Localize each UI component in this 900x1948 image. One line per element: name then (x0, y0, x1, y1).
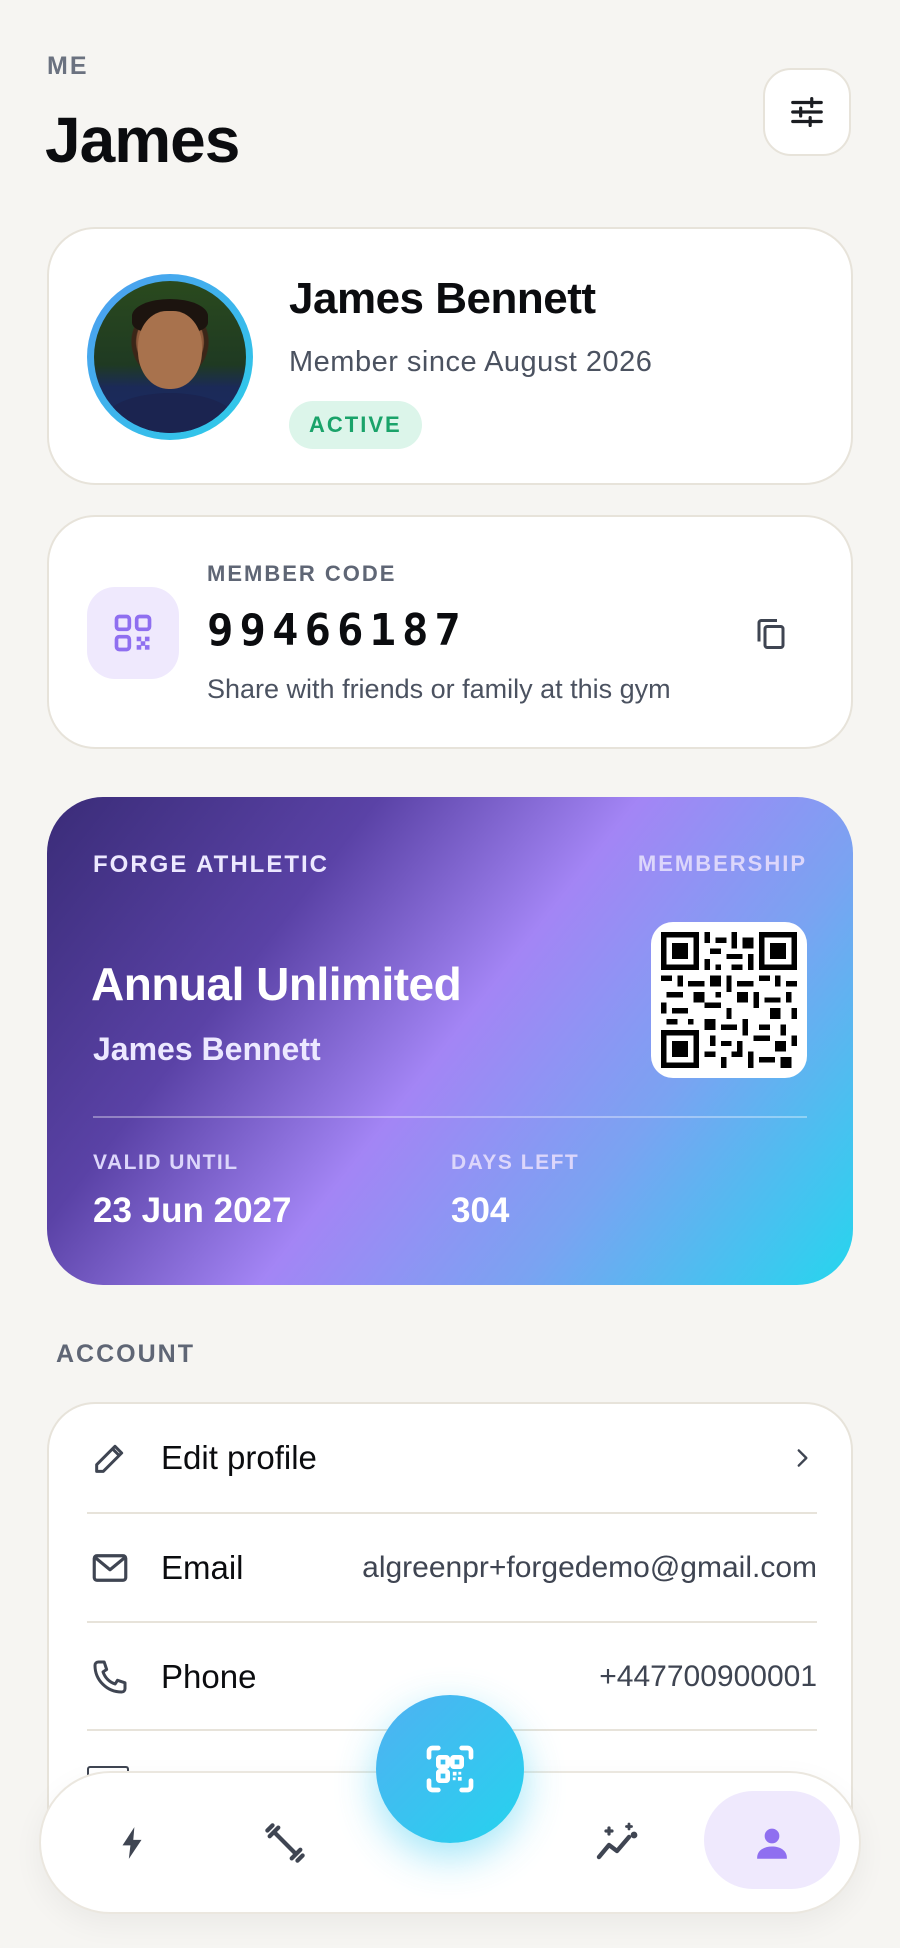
membership-type-label: MEMBERSHIP (637, 851, 807, 876)
account-section-label: ACCOUNT (56, 1340, 195, 1368)
chevron-right-icon (787, 1443, 817, 1473)
edit-profile-row[interactable]: Edit profile (87, 1404, 817, 1512)
scan-button[interactable] (376, 1695, 524, 1843)
nav-workouts[interactable] (235, 1797, 335, 1889)
trend-icon (596, 1822, 638, 1860)
plan-name: Annual Unlimited (91, 958, 462, 1010)
member-code-value: 99466187 (207, 605, 467, 656)
scan-icon (426, 1745, 474, 1793)
qr-code-image (661, 932, 797, 1068)
person-icon (757, 1828, 787, 1859)
copy-icon (757, 619, 785, 649)
phone-label: Phone (161, 1658, 257, 1695)
pencil-icon (87, 1435, 133, 1481)
page-title: James (45, 104, 240, 176)
profile-card: James Bennett Member since August 2026 A… (47, 227, 853, 485)
page-overline: ME (47, 52, 89, 80)
days-left-value: 304 (451, 1191, 510, 1230)
card-divider (93, 1116, 807, 1118)
settings-button[interactable] (763, 68, 851, 156)
nav-progress[interactable] (567, 1797, 667, 1889)
copy-button[interactable] (749, 612, 793, 656)
edit-profile-label: Edit profile (161, 1439, 317, 1476)
mail-icon (87, 1545, 133, 1591)
bolt-icon (122, 1827, 142, 1859)
valid-until-value: 23 Jun 2027 (93, 1191, 292, 1230)
valid-until-label: VALID UNTIL (93, 1151, 239, 1174)
member-code-card: MEMBER CODE 99466187 Share with friends … (47, 515, 853, 749)
email-row[interactable]: Email algreenpr+forgedemo@gmail.com (87, 1514, 817, 1622)
membership-qr-code[interactable] (651, 922, 807, 1078)
email-value: algreenpr+forgedemo@gmail.com (362, 1551, 817, 1584)
profile-name: James Bennett (289, 274, 596, 323)
avatar[interactable] (87, 274, 253, 440)
status-badge: ACTIVE (289, 401, 422, 449)
qr-code-icon (87, 587, 179, 679)
card-holder: James Bennett (93, 1031, 321, 1067)
phone-icon (87, 1654, 133, 1700)
membership-card[interactable]: FORGE ATHLETIC MEMBERSHIP Annual Unlimit… (47, 797, 853, 1285)
gym-name: FORGE ATHLETIC (93, 851, 329, 878)
nav-activity[interactable] (82, 1797, 182, 1889)
dumbbell-icon (265, 1823, 305, 1863)
member-since: Member since August 2026 (289, 346, 653, 378)
phone-value: +447700900001 (599, 1660, 817, 1693)
email-label: Email (161, 1549, 244, 1586)
member-code-label: MEMBER CODE (207, 561, 397, 586)
member-code-hint: Share with friends or family at this gym (207, 674, 671, 704)
sliders-icon (791, 96, 823, 128)
days-left-label: DAYS LEFT (451, 1151, 580, 1174)
nav-profile[interactable] (722, 1797, 822, 1889)
